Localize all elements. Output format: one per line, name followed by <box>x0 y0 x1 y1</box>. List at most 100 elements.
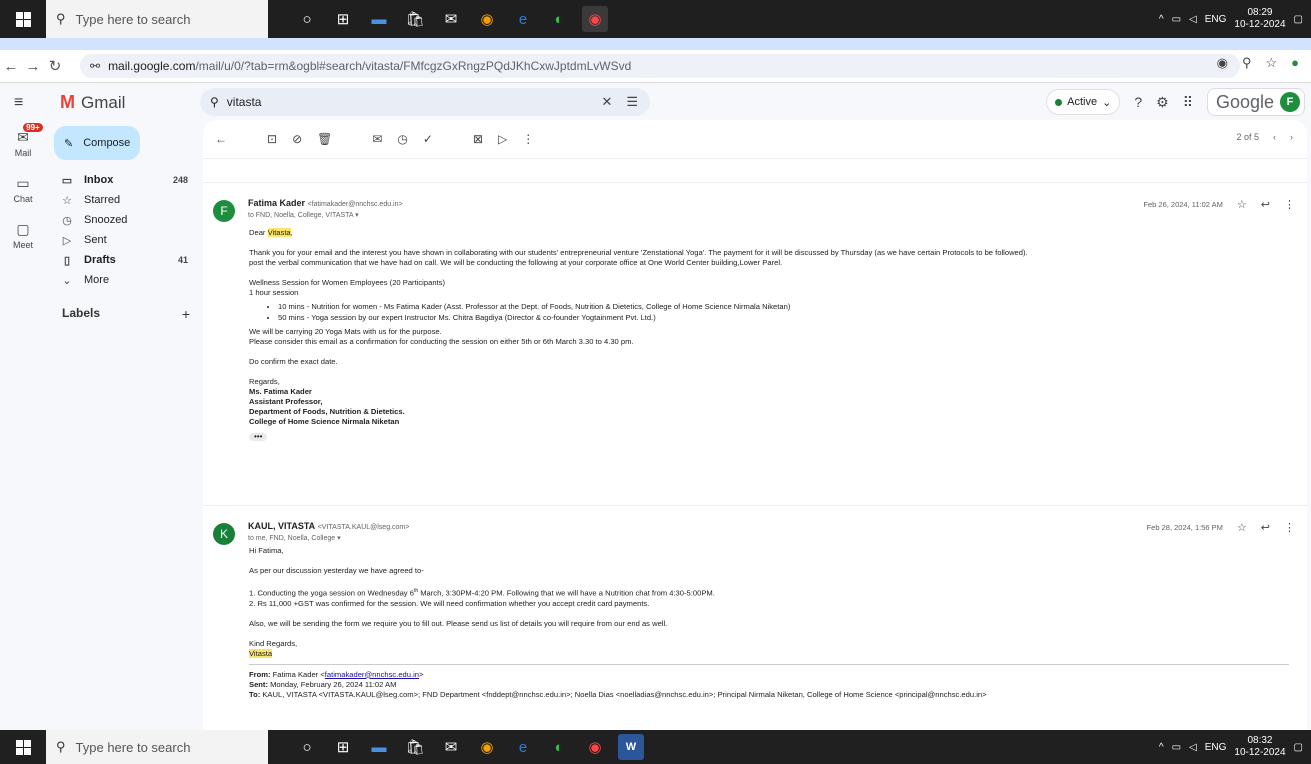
rail-chat[interactable]: ▭ Chat <box>0 166 46 212</box>
more-vert-icon[interactable]: ⋮ <box>1284 521 1295 534</box>
edge-icon[interactable]: e <box>510 6 536 32</box>
apps-grid-icon[interactable]: ⠿ <box>1183 94 1193 111</box>
chrome-icon[interactable]: ◉ <box>474 734 500 760</box>
url-field[interactable]: ⚯ mail.google.com/mail/u/0/?tab=rm&ogbl#… <box>80 54 1240 78</box>
sidebar-item-sent[interactable]: ▷ Sent <box>58 230 194 250</box>
network-icon[interactable]: ▭ <box>1172 14 1181 25</box>
language-indicator[interactable]: ENG <box>1205 14 1227 25</box>
delete-icon[interactable]: 🗑 <box>317 132 332 146</box>
taskbar-search[interactable]: ⚲ Type here to search <box>46 730 268 764</box>
reload-icon[interactable]: ↻ <box>44 57 66 75</box>
profile-icon[interactable]: ● <box>1291 55 1299 71</box>
widgets-icon[interactable]: ⊞ <box>330 6 356 32</box>
volume-icon[interactable]: ◁ <box>1189 742 1197 753</box>
browser-tab-strip[interactable] <box>0 38 1311 50</box>
notification-icon[interactable]: ▢ <box>1294 14 1303 25</box>
clock[interactable]: 08:32 10-12-2024 <box>1234 735 1285 759</box>
language-indicator[interactable]: ENG <box>1205 742 1227 753</box>
sender-name[interactable]: Fatima Kader <box>248 198 305 208</box>
sender-avatar[interactable]: K <box>213 523 235 545</box>
next-icon[interactable]: › <box>1290 132 1293 142</box>
search-bar[interactable]: ⚲ vitasta ✕ ☰ <box>200 88 650 116</box>
notification-icon[interactable]: ▢ <box>1294 742 1303 753</box>
bookmark-star-icon[interactable]: ☆ <box>1265 55 1277 71</box>
chrome-profile-icon[interactable]: ◐ <box>546 734 572 760</box>
volume-icon[interactable]: ◁ <box>1189 14 1197 25</box>
back-icon[interactable]: ← <box>0 58 22 75</box>
search-options-icon[interactable]: ☰ <box>626 94 638 110</box>
sidebar-item-more[interactable]: ⌄ More <box>58 270 194 290</box>
reply-icon[interactable]: ↩ <box>1261 521 1270 534</box>
chrome-active-icon[interactable]: ◉ <box>582 734 608 760</box>
compose-button[interactable]: ✎ Compose <box>54 126 140 160</box>
back-arrow-icon[interactable]: ← <box>215 132 227 146</box>
chrome-active-icon[interactable]: ◉ <box>582 6 608 32</box>
add-task-icon[interactable]: ✓ <box>423 132 433 146</box>
search-input[interactable]: vitasta <box>227 95 262 109</box>
more-vert-icon[interactable]: ⋮ <box>1284 198 1295 211</box>
eye-icon[interactable]: ◉ <box>1217 55 1228 71</box>
settings-gear-icon[interactable]: ⚙ <box>1156 94 1169 111</box>
label-icon[interactable]: ▷ <box>498 132 507 146</box>
file-explorer-icon[interactable]: ▬ <box>366 6 392 32</box>
network-icon[interactable]: ▭ <box>1172 742 1181 753</box>
sender-email: <fatimakader@nnchsc.edu.in> <box>307 201 403 208</box>
mail-app-icon[interactable]: ✉ <box>438 734 464 760</box>
sidebar-item-snoozed[interactable]: ◷ Snoozed <box>58 210 194 230</box>
chrome-icon[interactable]: ◉ <box>474 6 500 32</box>
add-label-button[interactable]: + <box>182 306 190 322</box>
sender-name[interactable]: KAUL, VITASTA <box>248 521 315 531</box>
site-settings-icon[interactable]: ⚯ <box>90 59 100 73</box>
star-icon[interactable]: ☆ <box>1237 521 1247 534</box>
zoom-icon[interactable]: ⚲ <box>1242 55 1252 71</box>
sender-avatar[interactable]: F <box>213 200 235 222</box>
forward-icon[interactable]: → <box>22 58 44 75</box>
chrome-profile-icon[interactable]: ◐ <box>546 6 572 32</box>
sidebar-item-inbox[interactable]: ▭ Inbox 248 <box>58 170 194 190</box>
rail-meet[interactable]: ▢ Meet <box>0 212 46 258</box>
task-view-icon[interactable]: ○ <box>294 734 320 760</box>
snooze-icon[interactable]: ◷ <box>397 132 407 146</box>
clear-search-icon[interactable]: ✕ <box>601 94 612 110</box>
chevron-up-icon[interactable]: ^ <box>1159 14 1164 25</box>
prev-icon[interactable]: ‹ <box>1273 132 1276 142</box>
move-to-icon[interactable]: ⊠ <box>473 132 483 146</box>
taskbar-search[interactable]: ⚲ Type here to search <box>46 0 268 38</box>
widgets-icon[interactable]: ⊞ <box>330 734 356 760</box>
status-dropdown[interactable]: Active ⌄ <box>1046 89 1121 115</box>
windows-start-button[interactable] <box>0 0 46 38</box>
archive-icon[interactable]: ⊡ <box>267 132 277 146</box>
mark-unread-icon[interactable]: ✉ <box>372 132 382 146</box>
main-menu-icon[interactable]: ≡ <box>14 94 23 112</box>
mail-app-icon[interactable]: ✉ <box>438 6 464 32</box>
recipients[interactable]: to me, FND, Noella, College ▾ <box>248 534 341 542</box>
help-icon[interactable]: ? <box>1134 94 1142 110</box>
chevron-down-icon: ⌄ <box>1102 96 1112 109</box>
windows-start-button[interactable] <box>0 730 46 764</box>
file-explorer-icon[interactable]: ▬ <box>366 734 392 760</box>
word-icon[interactable]: W <box>618 734 644 760</box>
sidebar-item-drafts[interactable]: ▯ Drafts 41 <box>58 250 194 270</box>
search-icon[interactable]: ⚲ <box>210 95 219 109</box>
recipients[interactable]: to FND, Noella, College, VITASTA ▾ <box>248 211 359 219</box>
star-icon[interactable]: ☆ <box>1237 198 1247 211</box>
store-icon[interactable]: 🛍 <box>402 6 428 32</box>
gmail-logo[interactable]: M Gmail <box>60 92 125 113</box>
show-trimmed-button[interactable]: ••• <box>249 433 268 441</box>
google-account-button[interactable]: Google F <box>1206 88 1305 116</box>
windows-logo-icon <box>15 739 31 755</box>
report-spam-icon[interactable]: ⊘ <box>292 132 302 146</box>
sidebar-item-starred[interactable]: ☆ Starred <box>58 190 194 210</box>
reply-icon[interactable]: ↩ <box>1261 198 1270 211</box>
search-icon: ⚲ <box>56 739 66 754</box>
edge-icon[interactable]: e <box>510 734 536 760</box>
store-icon[interactable]: 🛍 <box>402 734 428 760</box>
google-logo-text: Google <box>1215 91 1274 112</box>
email-link[interactable]: fatimakader@nnchsc.edu.in <box>325 670 419 679</box>
rail-mail[interactable]: ✉ 99+ Mail <box>0 120 46 166</box>
clock[interactable]: 08:29 10-12-2024 <box>1234 7 1285 31</box>
chevron-up-icon[interactable]: ^ <box>1159 742 1164 753</box>
task-view-icon[interactable]: ○ <box>294 6 320 32</box>
more-vert-icon[interactable]: ⋮ <box>522 132 534 146</box>
message-meta: Feb 28, 2024, 1:56 PM ☆ ↩ ⋮ <box>1147 521 1295 534</box>
